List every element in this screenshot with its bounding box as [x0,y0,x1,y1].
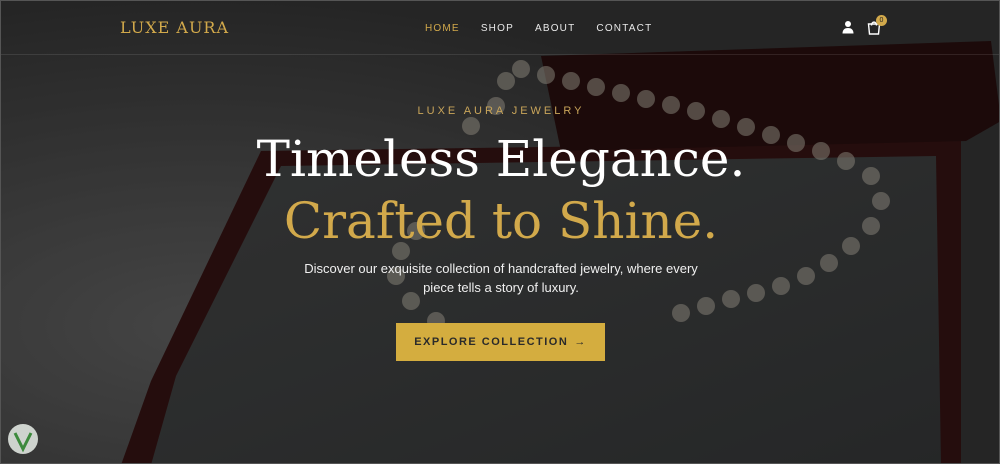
nav-item-about[interactable]: ABOUT [535,23,575,34]
user-icon[interactable] [841,20,855,34]
hero-headline-line2: Crafted to Shine. [283,192,719,250]
main-nav: HOME SHOP ABOUT CONTACT [425,23,673,34]
nav-item-shop[interactable]: SHOP [481,23,514,34]
shield-logo-icon [8,424,38,454]
hero-headline-line1: Timeless Elegance. [256,130,746,188]
nav-item-contact[interactable]: CONTACT [596,23,652,34]
arrow-right-icon: → [574,336,587,348]
navbar: LUXE AURA HOME SHOP ABOUT CONTACT 0 [1,1,999,55]
hero-eyebrow: LUXE AURA JEWELRY [417,105,585,117]
hero-description: Discover our exquisite collection of han… [304,261,698,295]
brand-logo[interactable]: LUXE AURA [120,18,229,37]
cart-count-badge: 0 [876,15,887,26]
hero-section: LUXE AURA HOME SHOP ABOUT CONTACT 0 LUXE… [0,0,1000,464]
explore-collection-label: EXPLORE COLLECTION [414,336,569,348]
explore-collection-button[interactable]: EXPLORE COLLECTION → [396,323,605,361]
nav-item-home[interactable]: HOME [425,23,460,34]
